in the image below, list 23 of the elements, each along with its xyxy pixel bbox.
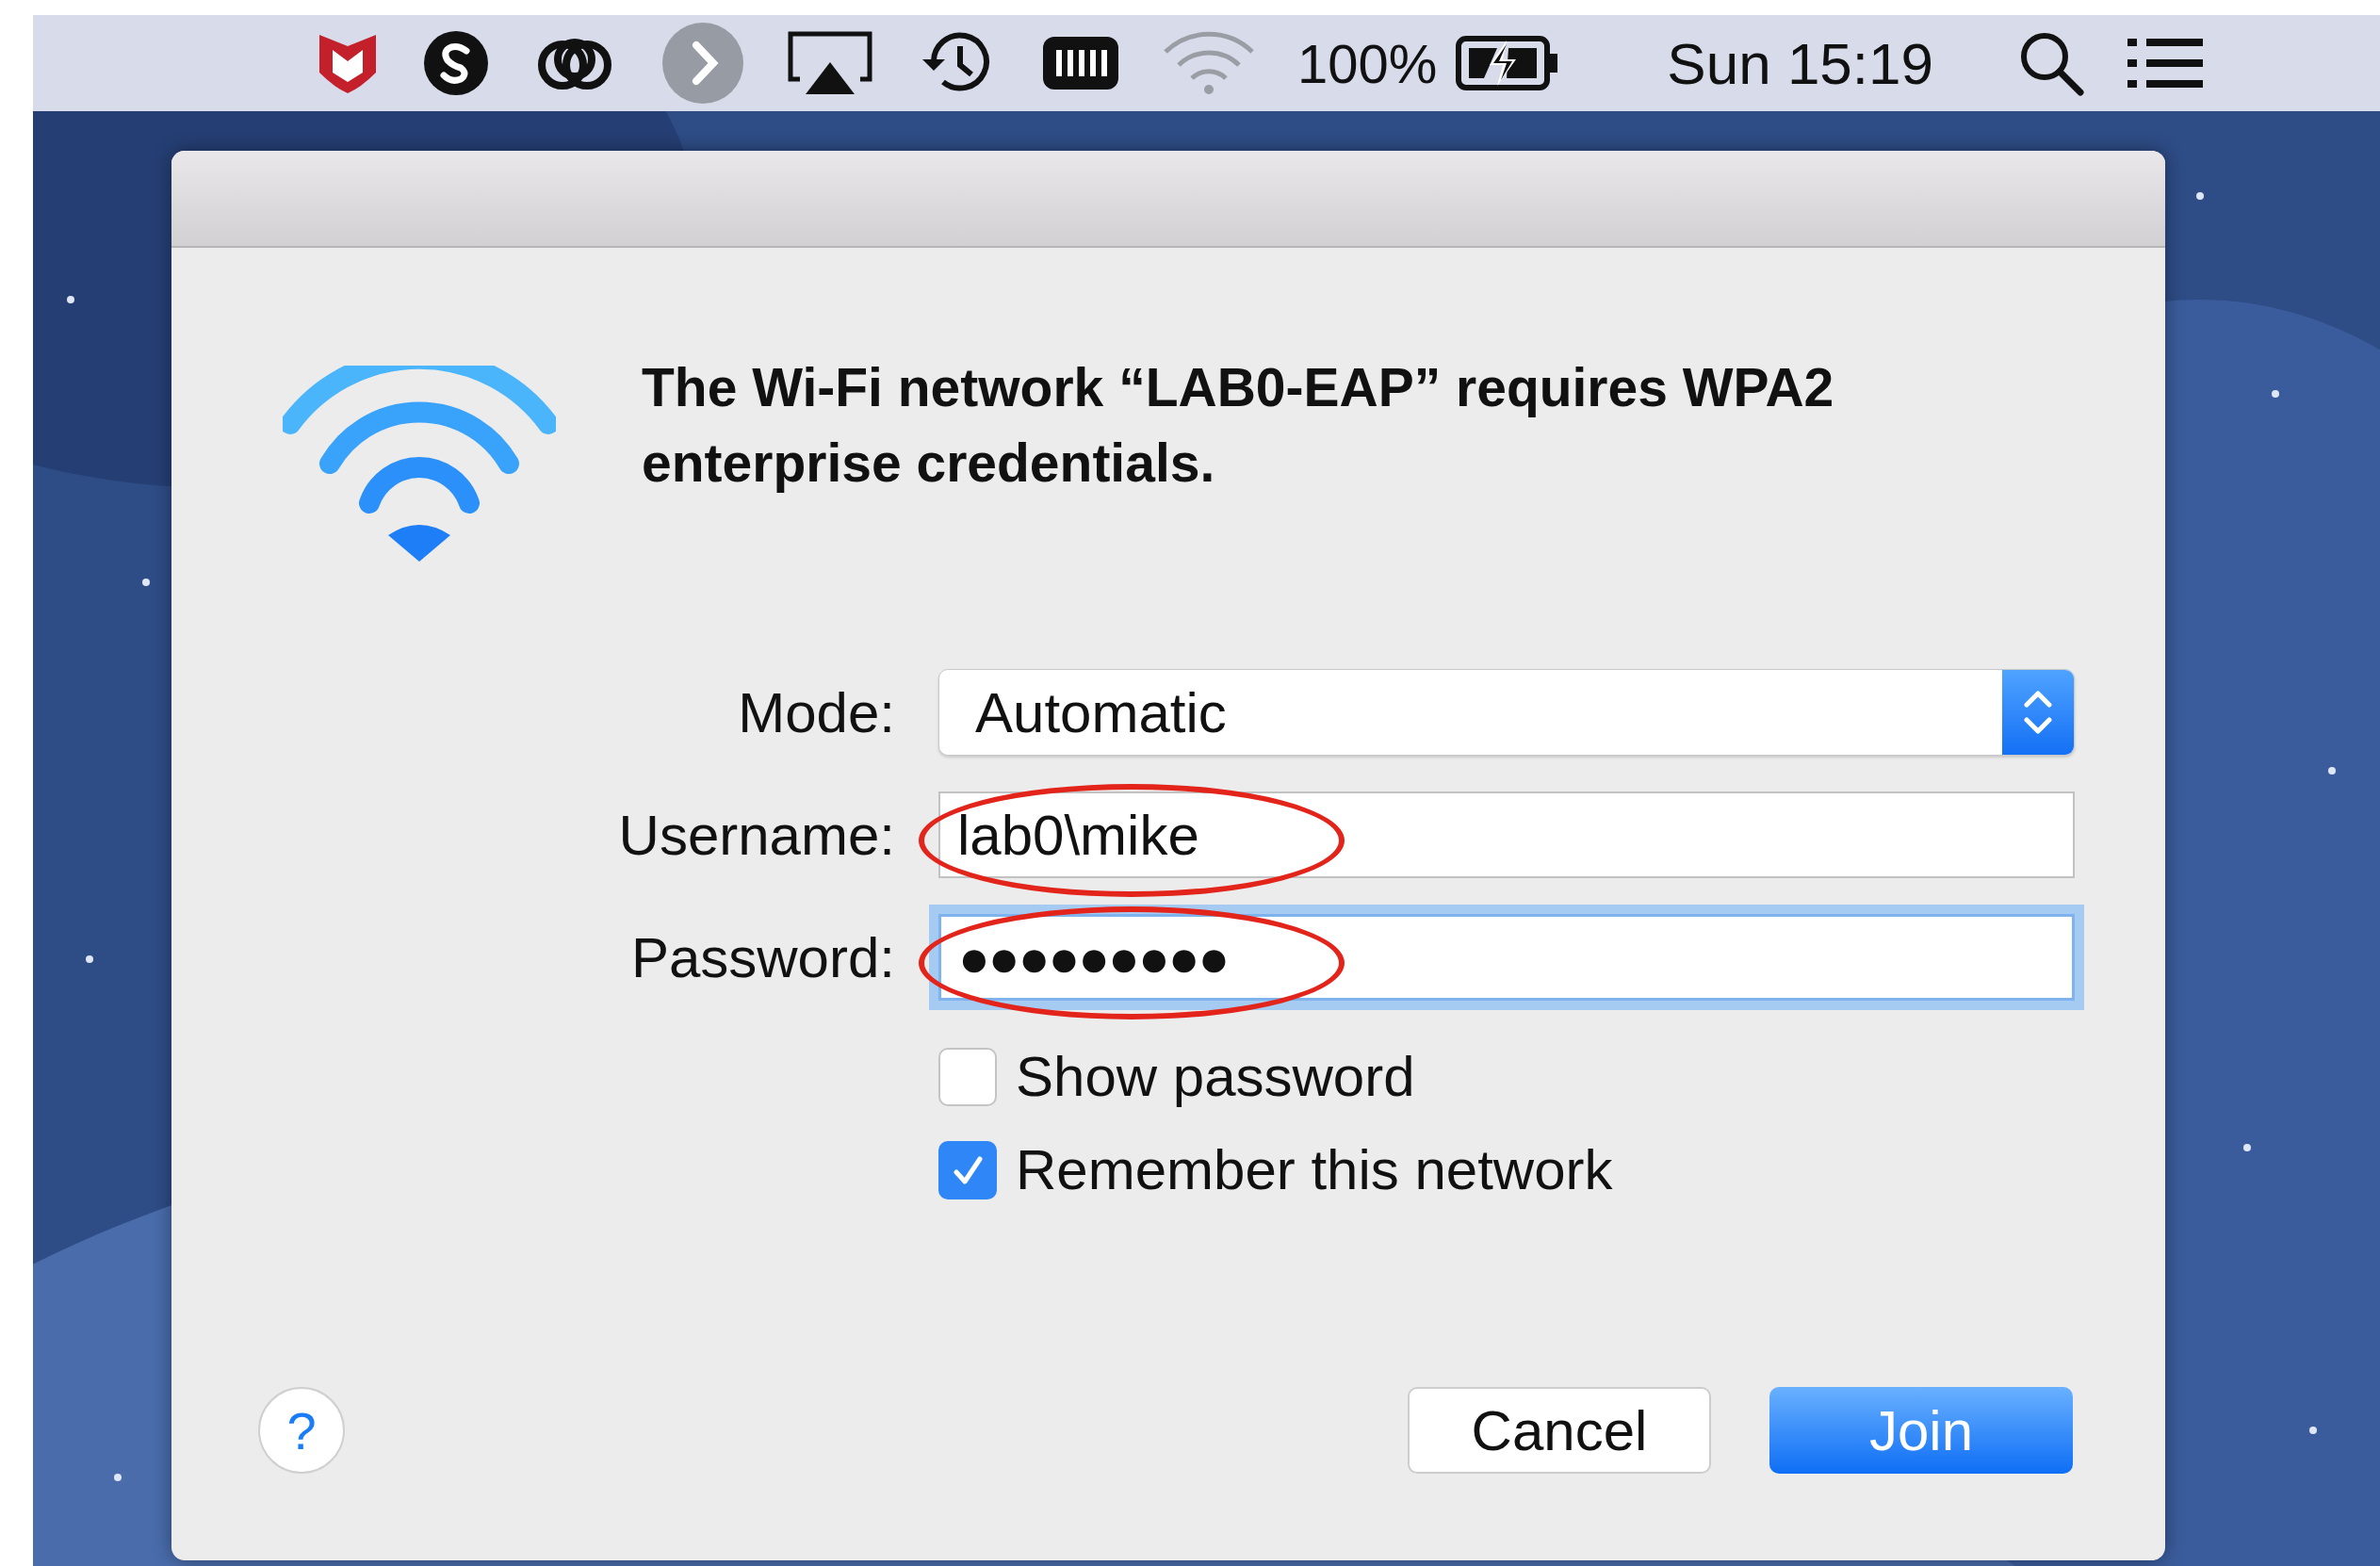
checkbox-label: Show password [1016,1044,1415,1109]
mode-dropdown[interactable]: Automatic [938,669,2075,756]
checkbox-label: Remember this network [1016,1137,1613,1202]
dialog-message: The Wi-Fi network “LAB0-EAP” requires WPA2 enterprise credentials. [642,356,1835,495]
checkbox[interactable] [938,1047,997,1106]
cancel-button[interactable]: Cancel [1408,1387,1711,1474]
memory-icon[interactable] [1041,35,1120,91]
menu-bar-clock[interactable]: Sun 15:19 [1667,29,1934,97]
field-label: Mode: [737,679,895,745]
wifi-icon [283,366,556,562]
field-label: Password: [629,924,895,990]
battery-charging-icon[interactable] [1456,33,1560,93]
checkbox[interactable] [938,1140,997,1199]
search-icon[interactable] [2021,33,2084,96]
battery-percentage: 100% [1297,31,1438,95]
menu-icon[interactable] [2126,37,2206,90]
arrow-circle-icon[interactable] [660,21,745,106]
chat-app-icon[interactable] [421,28,491,98]
help-button[interactable]: ? [258,1387,345,1474]
screen-mirror-icon[interactable] [787,30,873,96]
field-label: Username: [617,802,895,868]
stepper-arrows-icon [2024,691,2052,734]
username-field[interactable]: lab0\mike [938,791,2075,878]
